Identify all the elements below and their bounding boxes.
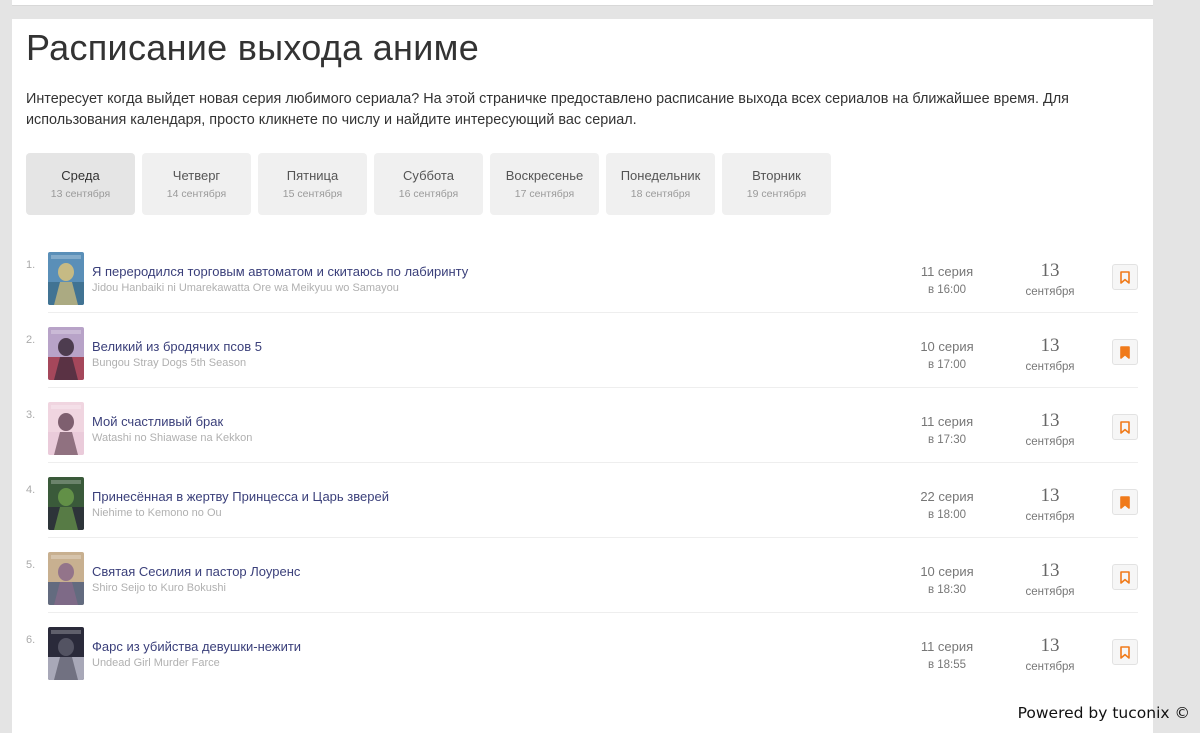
day-tab-name: Суббота [403, 168, 454, 183]
bookmark-button[interactable] [1112, 339, 1138, 365]
anime-original-title: Bungou Stray Dogs 5th Season [92, 357, 247, 369]
release-month: сентября [1025, 511, 1075, 523]
anime-poster[interactable] [48, 327, 84, 380]
anime-original-title: Undead Girl Murder Farce [92, 657, 220, 669]
anime-original-title: Shiro Seijo to Kuro Bokushi [92, 582, 226, 594]
day-tab-name: Среда [61, 168, 100, 183]
previous-card-edge [12, 0, 1153, 6]
episode-number: 11 серия [920, 264, 974, 279]
day-tab-3[interactable]: Суббота 16 сентября [374, 153, 483, 215]
day-tab-date: 15 сентября [282, 188, 343, 200]
bookmark-button[interactable] [1112, 489, 1138, 515]
release-day: 13 [1040, 260, 1060, 281]
episode-number: 11 серия [920, 639, 974, 654]
poster-image [48, 402, 84, 455]
release-day: 13 [1040, 635, 1060, 656]
anime-poster[interactable] [48, 627, 84, 680]
bookmark-button[interactable] [1112, 564, 1138, 590]
release-month: сентября [1025, 586, 1075, 598]
schedule-row: 3. Мой счастливый брак Watashi no Shiawa… [12, 388, 1153, 463]
bookmark-button[interactable] [1112, 639, 1138, 665]
anime-title-link[interactable]: Я переродился торговым автоматом и скита… [92, 264, 468, 279]
day-tab-1[interactable]: Четверг 14 сентября [142, 153, 251, 215]
release-time: в 18:55 [927, 659, 967, 671]
row-number: 4. [26, 484, 36, 496]
row-number: 2. [26, 334, 36, 346]
day-tab-5[interactable]: Понедельник 18 сентября [606, 153, 715, 215]
day-tab-6[interactable]: Вторник 19 сентября [722, 153, 831, 215]
bookmark-outline-icon [1120, 645, 1130, 659]
anime-original-title: Watashi no Shiawase na Kekkon [92, 432, 253, 444]
release-time: в 17:00 [927, 359, 967, 371]
bookmark-outline-icon [1120, 420, 1130, 434]
anime-title-link[interactable]: Фарс из убийства девушки-нежити [92, 639, 301, 654]
anime-poster[interactable] [48, 252, 84, 305]
day-tab-date: 13 сентября [50, 188, 111, 200]
poster-image [48, 552, 84, 605]
episode-number: 10 серия [920, 564, 974, 579]
episode-number: 11 серия [920, 414, 974, 429]
schedule-row: 1. Я переродился торговым автоматом и ск… [12, 238, 1153, 313]
bookmark-outline-icon [1120, 270, 1130, 284]
anime-title-link[interactable]: Принесённая в жертву Принцесса и Царь зв… [92, 489, 389, 504]
release-day: 13 [1040, 335, 1060, 356]
poster-image [48, 327, 84, 380]
row-number: 6. [26, 634, 36, 646]
anime-original-title: Niehime to Kemono no Ou [92, 507, 222, 519]
day-tab-name: Четверг [172, 168, 221, 183]
schedule-row: 4. Принесённая в жертву Принцесса и Царь… [12, 463, 1153, 538]
day-tab-name: Пятница [286, 168, 339, 183]
page-title: Расписание выхода аниме [26, 27, 480, 68]
bookmark-filled-icon [1120, 495, 1130, 509]
poster-image [48, 477, 84, 530]
release-time: в 17:30 [927, 434, 967, 446]
anime-title-link[interactable]: Святая Сесилия и пастор Лоуренс [92, 564, 300, 579]
anime-original-title: Jidou Hanbaiki ni Umarekawatta Ore wa Me… [92, 282, 399, 294]
day-tab-name: Вторник [752, 168, 801, 183]
release-time: в 18:00 [927, 509, 967, 521]
bookmark-button[interactable] [1112, 414, 1138, 440]
release-month: сентября [1025, 361, 1075, 373]
episode-number: 10 серия [920, 339, 974, 354]
release-day: 13 [1040, 485, 1060, 506]
day-tab-0[interactable]: Среда 13 сентября [26, 153, 135, 215]
day-tab-date: 18 сентября [630, 188, 691, 200]
day-tab-2[interactable]: Пятница 15 сентября [258, 153, 367, 215]
release-month: сентября [1025, 286, 1075, 298]
release-day: 13 [1040, 410, 1060, 431]
day-tab-date: 19 сентября [746, 188, 807, 200]
page-intro: Интересует когда выйдет новая серия люби… [26, 91, 1069, 128]
anime-poster[interactable] [48, 402, 84, 455]
row-number: 5. [26, 559, 36, 571]
episode-number: 22 серия [920, 489, 974, 504]
poster-image [48, 252, 84, 305]
bookmark-button[interactable] [1112, 264, 1138, 290]
schedule-row: 5. Святая Сесилия и пастор Лоуренс Shiro… [12, 538, 1153, 613]
release-month: сентября [1025, 661, 1075, 673]
day-tab-date: 14 сентября [166, 188, 227, 200]
schedule-row: 6. Фарс из убийства девушки-нежити Undea… [12, 613, 1153, 688]
release-day: 13 [1040, 560, 1060, 581]
schedule-row: 2. Великий из бродячих псов 5 Bungou Str… [12, 313, 1153, 388]
anime-poster[interactable] [48, 552, 84, 605]
day-tab-name: Воскресенье [505, 168, 584, 183]
day-tab-date: 17 сентября [514, 188, 575, 200]
bookmark-outline-icon [1120, 570, 1130, 584]
anime-poster[interactable] [48, 477, 84, 530]
day-tab-name: Понедельник [620, 168, 701, 183]
powered-by-footer: Powered by tuconix © [1017, 704, 1190, 722]
anime-title-link[interactable]: Великий из бродячих псов 5 [92, 339, 262, 354]
poster-image [48, 627, 84, 680]
release-month: сентября [1025, 436, 1075, 448]
day-tab-date: 16 сентября [398, 188, 459, 200]
anime-title-link[interactable]: Мой счастливый брак [92, 414, 223, 429]
release-time: в 16:00 [927, 284, 967, 296]
row-number: 3. [26, 409, 36, 421]
schedule-card: Расписание выхода аниме Интересует когда… [12, 19, 1153, 733]
release-time: в 18:30 [927, 584, 967, 596]
row-number: 1. [26, 259, 36, 271]
bookmark-filled-icon [1120, 345, 1130, 359]
day-tab-4[interactable]: Воскресенье 17 сентября [490, 153, 599, 215]
